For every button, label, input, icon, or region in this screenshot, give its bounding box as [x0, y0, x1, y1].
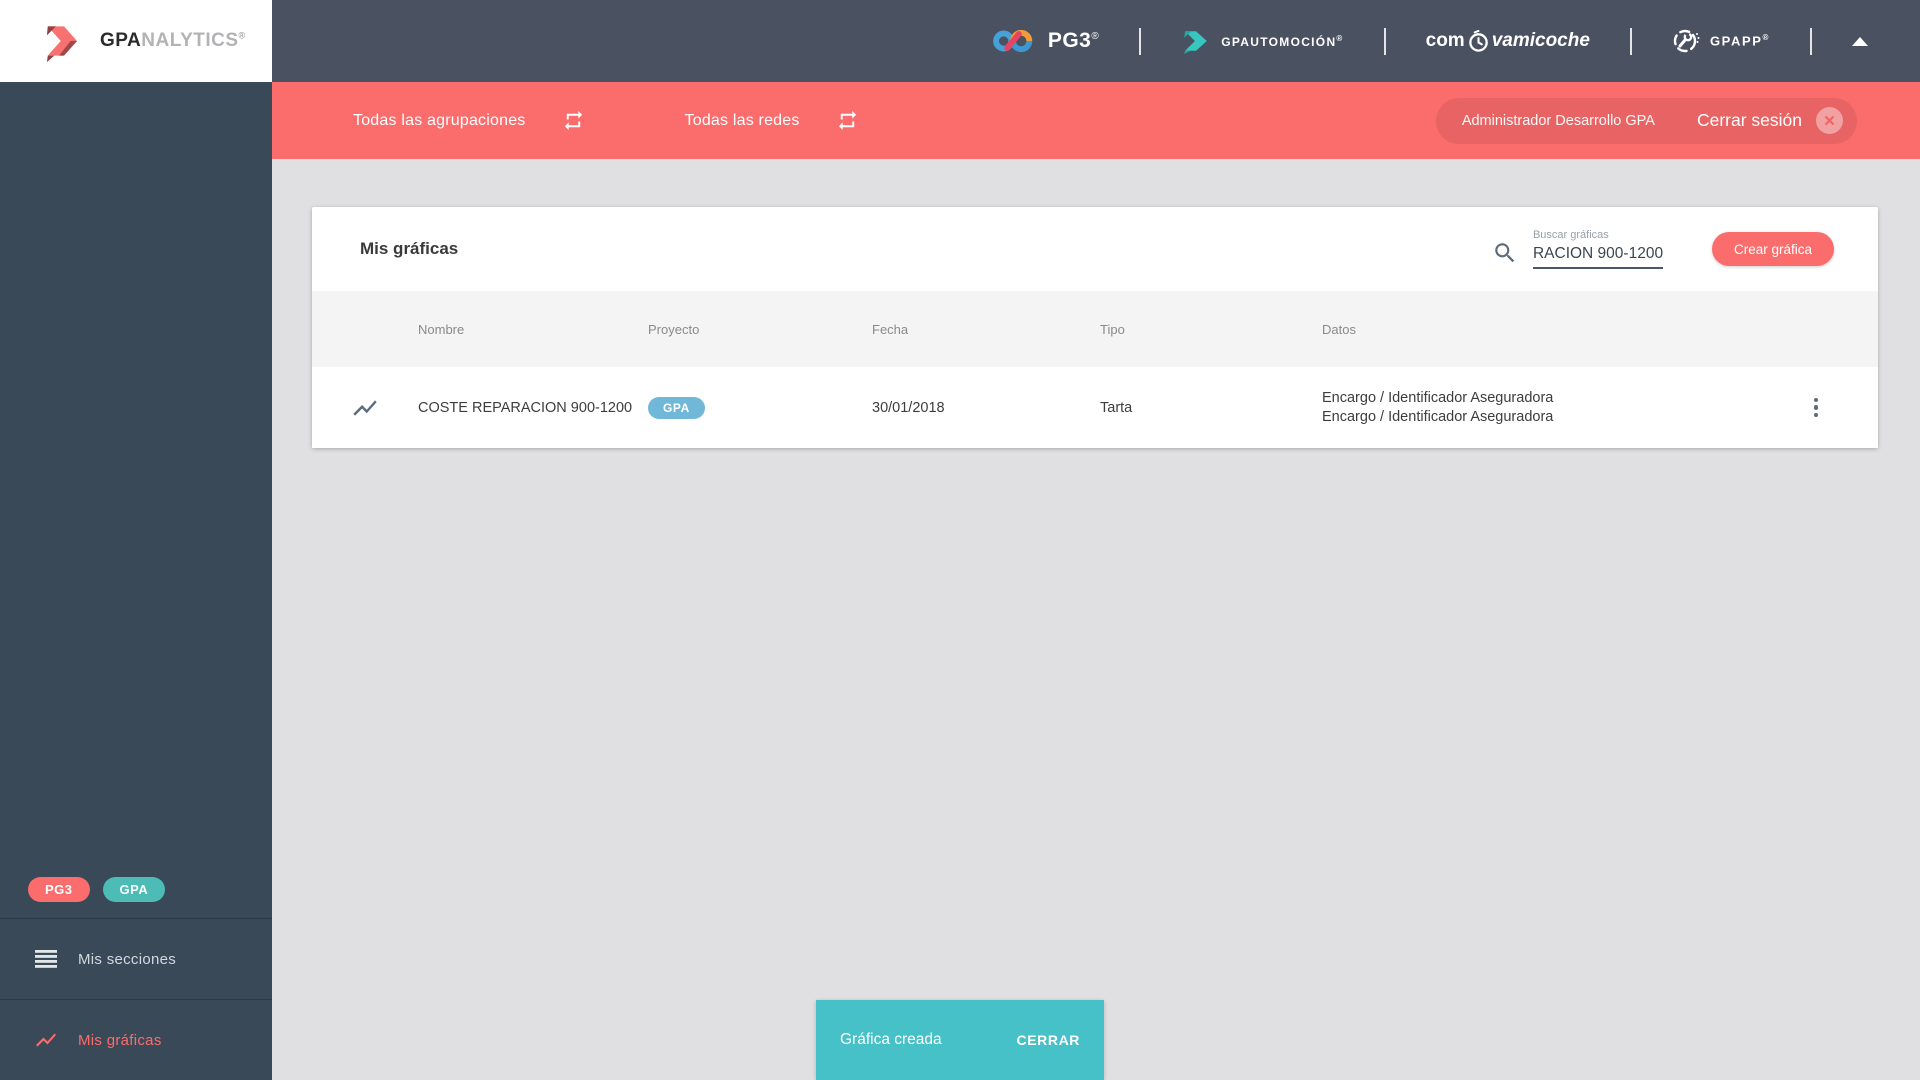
column-header-datos: Datos [1322, 321, 1356, 337]
app-switcher-header: PG3® GPAUTOMOCIÓN® com vamicoche GPAPP® [272, 0, 1920, 82]
table-header-row: Nombre Proyecto Fecha Tipo Datos [312, 291, 1878, 367]
search-field-label: Buscar gráficas [1532, 229, 1609, 241]
gpautomocion-arrow-icon [1184, 31, 1208, 54]
logout-close-icon[interactable]: ✕ [1816, 107, 1843, 134]
clock-icon [1467, 29, 1490, 53]
gpaapp-app-logo[interactable]: GPAPP® [1672, 27, 1770, 55]
header-separator [1629, 27, 1632, 55]
sidebar: GPANALYTICS® PG3 GPA Mis secciones Mis g… [0, 0, 272, 1080]
sidebar-context-badges: PG3 GPA [0, 877, 272, 918]
row-menu-kebab-icon[interactable] [1805, 397, 1827, 418]
row-tipo: Tarta [1100, 399, 1133, 416]
comvamicoche-wordmark: com vamicoche [1425, 29, 1590, 53]
datos-line: Encargo / Identificador Aseguradora [1322, 408, 1554, 425]
collapse-header-caret-icon[interactable] [1852, 36, 1868, 46]
gpanalytics-wordmark: GPANALYTICS® [100, 30, 246, 51]
comvamicoche-app-logo[interactable]: com vamicoche [1425, 29, 1590, 53]
wrench-gear-icon [1673, 29, 1700, 53]
swap-agrupaciones-icon[interactable] [562, 109, 585, 132]
gpanalytics-arrow-icon [46, 26, 77, 63]
list-icon [34, 947, 58, 971]
logout-button[interactable]: Cerrar sesión [1697, 110, 1802, 131]
snackbar: Gráfica creada CERRAR [816, 1000, 1104, 1080]
create-chart-button[interactable]: Crear gráfica [1711, 232, 1834, 266]
snackbar-message: Gráfica creada [840, 1031, 942, 1048]
sidebar-item-mis-graficas[interactable]: Mis gráficas [0, 1000, 272, 1080]
sidebar-item-mis-secciones[interactable]: Mis secciones [0, 919, 272, 999]
search-field-wrap: Buscar gráficas [1532, 229, 1663, 269]
line-chart-icon [353, 399, 377, 416]
column-header-tipo: Tipo [1100, 321, 1125, 337]
mis-graficas-card: Mis gráficas Buscar gráficas Crear gráfi… [312, 207, 1878, 448]
gpanalytics-logo: GPANALYTICS® [0, 0, 272, 82]
gpaapp-wordmark: GPAPP® [1709, 33, 1770, 49]
row-proyecto: GPA [648, 396, 872, 419]
project-badge: GPA [648, 396, 705, 419]
row-fecha: 30/01/2018 [872, 399, 945, 416]
card-header: Mis gráficas Buscar gráficas Crear gráfi… [312, 207, 1878, 291]
redes-filter[interactable]: Todas las redes [685, 112, 800, 130]
column-header-nombre: Nombre [418, 321, 465, 337]
session-pill: Administrador Desarrollo GPA Cerrar sesi… [1435, 97, 1857, 144]
pg3-app-logo[interactable]: PG3® [990, 27, 1099, 55]
page-title: Mis gráficas [360, 239, 459, 258]
pg3-badge: PG3 [28, 877, 90, 902]
datos-line: Encargo / Identificador Aseguradora [1322, 389, 1554, 406]
search-icon [1492, 240, 1518, 266]
swap-redes-icon[interactable] [836, 109, 859, 132]
filter-toolbar: Todas las agrupaciones Todas las redes A… [272, 82, 1920, 159]
header-separator [1139, 27, 1142, 55]
chart-type-icon-cell [312, 394, 418, 422]
row-nombre: COSTE REPARACION 900-1200 [418, 399, 633, 416]
gpautomocion-wordmark: GPAUTOMOCIÓN® [1221, 33, 1344, 49]
column-header-proyecto: Proyecto [648, 321, 700, 337]
row-datos: Encargo / Identificador Aseguradora Enca… [1322, 389, 1795, 427]
search-input[interactable] [1532, 243, 1663, 269]
pg3-wordmark: PG3® [1047, 29, 1100, 52]
search-zone: Buscar gráficas Crear gráfica [1492, 229, 1834, 269]
row-actions [1795, 397, 1878, 418]
sidebar-item-label: Mis secciones [78, 950, 177, 968]
table-row[interactable]: COSTE REPARACION 900-1200 GPA 30/01/2018… [312, 367, 1878, 448]
header-separator [1383, 27, 1386, 55]
pg3-infinity-icon [993, 29, 1033, 53]
sidebar-item-label: Mis gráficas [78, 1031, 162, 1049]
gpa-badge: GPA [102, 877, 166, 902]
agrupaciones-filter[interactable]: Todas las agrupaciones [353, 112, 526, 130]
line-chart-icon [34, 1028, 58, 1052]
logged-user-label: Administrador Desarrollo GPA [1461, 112, 1655, 129]
snackbar-close-button[interactable]: CERRAR [1017, 1032, 1081, 1048]
header-separator [1810, 27, 1812, 55]
column-header-fecha: Fecha [872, 321, 909, 337]
gpautomocion-app-logo[interactable]: GPAUTOMOCIÓN® [1181, 28, 1343, 54]
